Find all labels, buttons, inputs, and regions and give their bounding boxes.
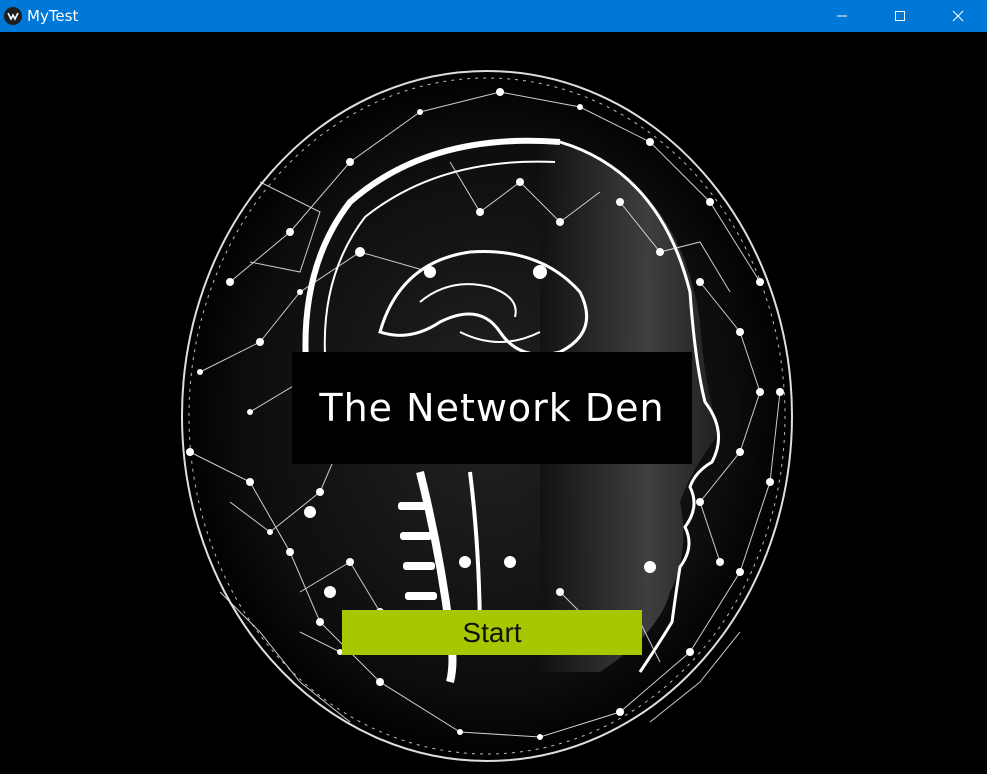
app-heading: The Network Den (319, 386, 665, 430)
minimize-icon (837, 15, 847, 17)
close-button[interactable] (929, 0, 987, 32)
close-icon (952, 10, 964, 22)
title-panel: The Network Den (292, 352, 692, 464)
window-controls (813, 0, 987, 32)
start-button[interactable]: Start (342, 610, 642, 655)
window-title: MyTest (27, 7, 79, 25)
title-bar[interactable]: MyTest (0, 0, 987, 32)
main-content: The Network Den Start (0, 32, 987, 774)
maximize-icon (895, 11, 905, 21)
minimize-button[interactable] (813, 0, 871, 32)
app-window: MyTest The Network Den Start (0, 0, 987, 774)
maximize-button[interactable] (871, 0, 929, 32)
kivy-logo-icon (4, 7, 22, 25)
